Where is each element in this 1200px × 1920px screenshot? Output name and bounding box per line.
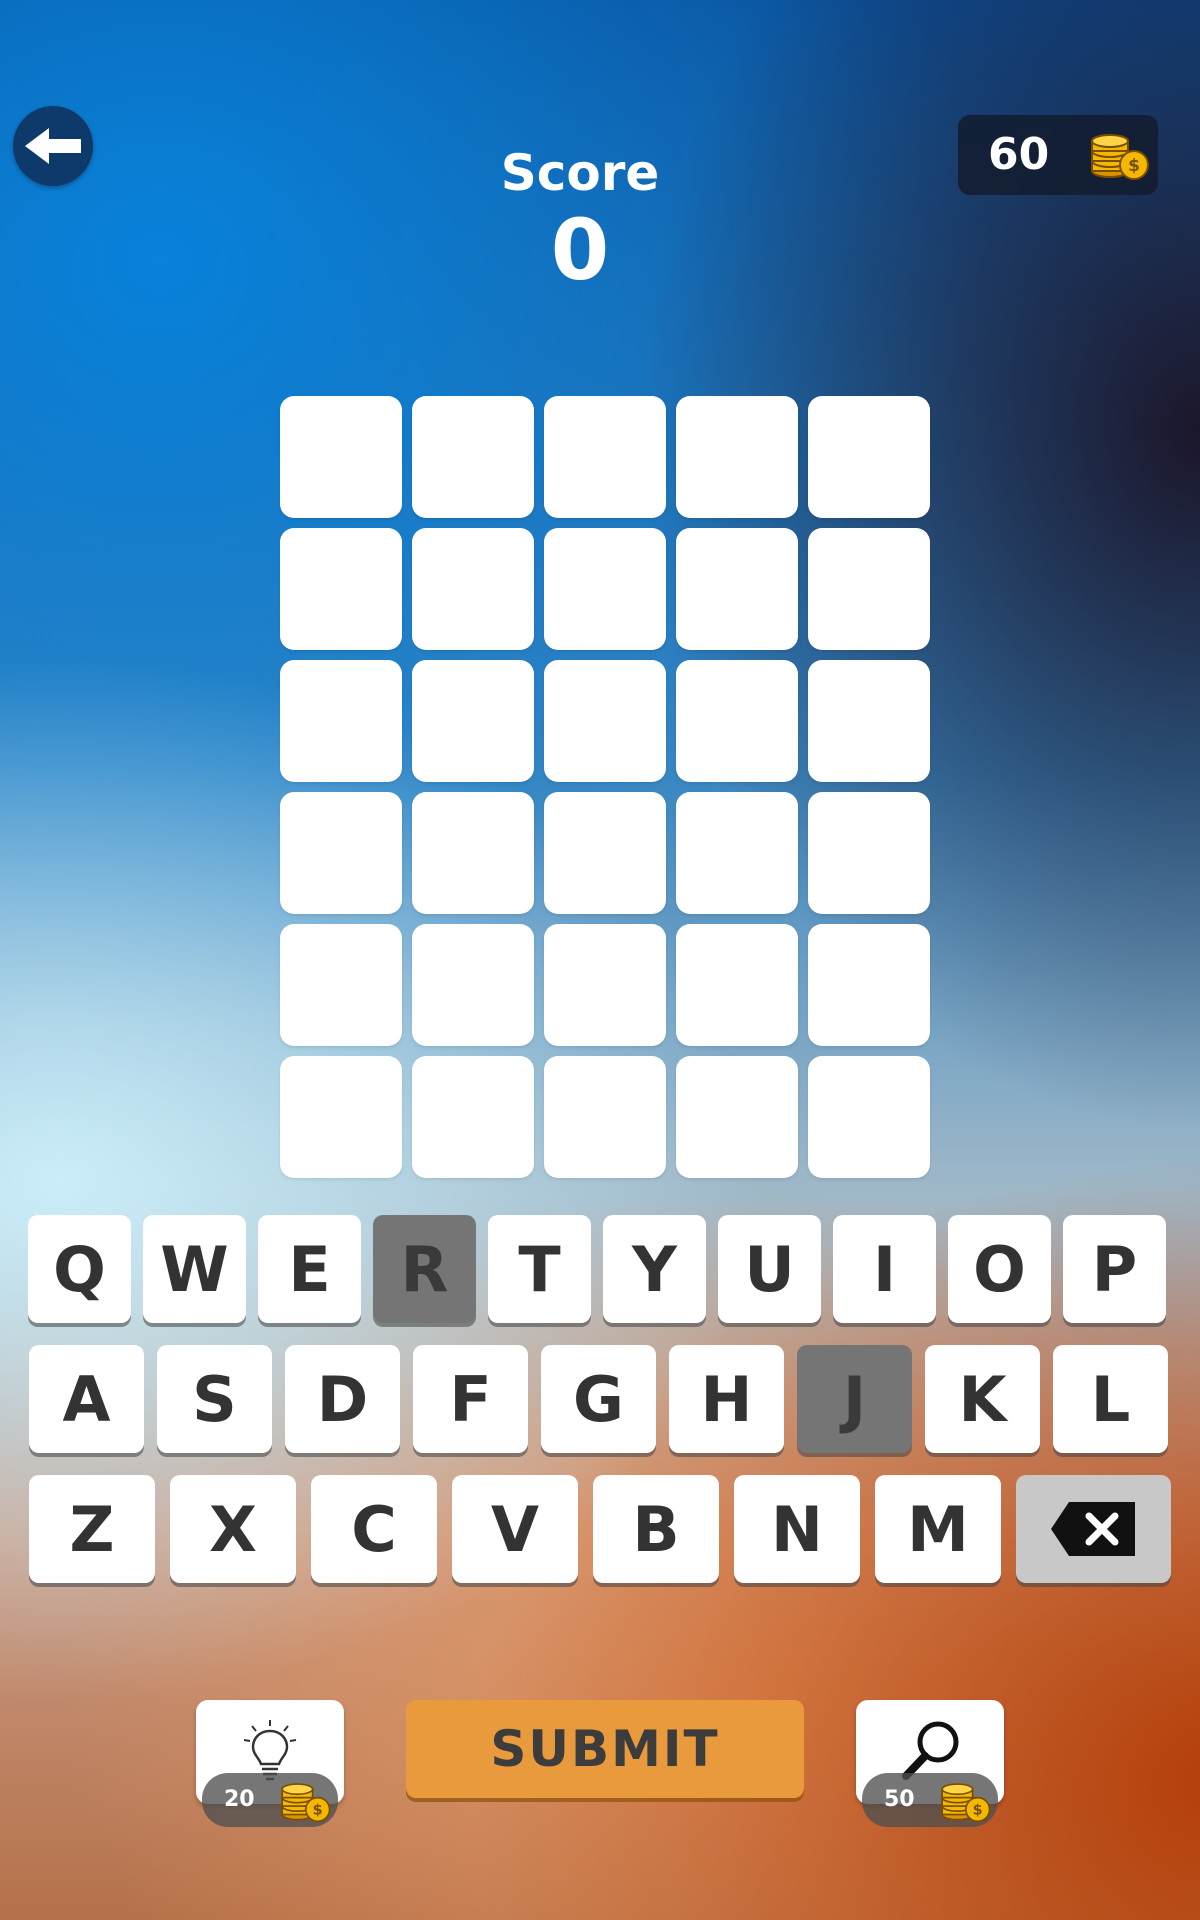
key-y[interactable]: Y [603, 1215, 706, 1323]
coin-balance: 60 $ [958, 115, 1158, 195]
submit-button[interactable]: SUBMIT [406, 1700, 804, 1798]
letter-tile [412, 660, 534, 782]
letter-tile [412, 924, 534, 1046]
letter-tile [676, 528, 798, 650]
coin-stack-icon: $ [1091, 134, 1149, 180]
key-h[interactable]: H [669, 1345, 784, 1453]
key-l[interactable]: L [1053, 1345, 1168, 1453]
key-r[interactable]: R [373, 1215, 476, 1323]
key-o[interactable]: O [948, 1215, 1051, 1323]
key-j[interactable]: J [797, 1345, 912, 1453]
key-v[interactable]: V [452, 1475, 578, 1583]
letter-tile [280, 1056, 402, 1178]
key-s[interactable]: S [157, 1345, 272, 1453]
letter-tile [808, 660, 930, 782]
letter-tile [808, 1056, 930, 1178]
key-c[interactable]: C [311, 1475, 437, 1583]
key-a[interactable]: A [29, 1345, 144, 1453]
letter-tile [280, 528, 402, 650]
letter-tile [676, 924, 798, 1046]
key-q[interactable]: Q [28, 1215, 131, 1323]
keyboard-row-2: ASDFGHJKL [29, 1345, 1168, 1453]
svg-text:$: $ [1128, 156, 1140, 176]
key-z[interactable]: Z [29, 1475, 155, 1583]
letter-tile [676, 660, 798, 782]
letter-tile [280, 792, 402, 914]
key-t[interactable]: T [488, 1215, 591, 1323]
key-n[interactable]: N [734, 1475, 860, 1583]
svg-text:$: $ [973, 1803, 983, 1819]
hint-cost-value: 20 [224, 1787, 255, 1812]
letter-tile [676, 792, 798, 914]
coin-stack-icon: $ [281, 1783, 331, 1823]
letter-tile [544, 924, 666, 1046]
reveal-button[interactable]: 50 $ [856, 1700, 1004, 1828]
letter-tile [280, 924, 402, 1046]
key-b[interactable]: B [593, 1475, 719, 1583]
reveal-cost: 50 $ [862, 1773, 998, 1827]
letter-tile [280, 396, 402, 518]
key-u[interactable]: U [718, 1215, 821, 1323]
letter-tile [544, 396, 666, 518]
coin-count: 60 [988, 129, 1050, 180]
letter-tile [544, 792, 666, 914]
score-value: 0 [550, 201, 610, 299]
coin-stack-icon: $ [941, 1783, 991, 1823]
letter-tile [808, 396, 930, 518]
key-w[interactable]: W [143, 1215, 246, 1323]
keyboard-row-1: QWERTYUIOP [28, 1215, 1166, 1323]
letter-tile [808, 792, 930, 914]
key-i[interactable]: I [833, 1215, 936, 1323]
key-k[interactable]: K [925, 1345, 1040, 1453]
letter-tile [412, 396, 534, 518]
backspace-icon [1050, 1502, 1135, 1556]
hint-button[interactable]: 20 $ [196, 1700, 344, 1828]
keyboard-row-3: ZXCVBNM [29, 1475, 1171, 1583]
backspace-key[interactable] [1016, 1475, 1171, 1583]
letter-tile [808, 924, 930, 1046]
key-d[interactable]: D [285, 1345, 400, 1453]
key-f[interactable]: F [413, 1345, 528, 1453]
reveal-cost-value: 50 [884, 1787, 915, 1812]
letter-tile [544, 660, 666, 782]
letter-tile [544, 1056, 666, 1178]
letter-tile [676, 1056, 798, 1178]
letter-tile [412, 528, 534, 650]
letter-tile [412, 1056, 534, 1178]
key-g[interactable]: G [541, 1345, 656, 1453]
letter-tile [544, 528, 666, 650]
letter-tile [412, 792, 534, 914]
key-p[interactable]: P [1063, 1215, 1166, 1323]
letter-tile [808, 528, 930, 650]
hint-cost: 20 $ [202, 1773, 338, 1827]
key-e[interactable]: E [258, 1215, 361, 1323]
svg-text:$: $ [313, 1803, 323, 1819]
letter-tile [676, 396, 798, 518]
letter-tile [280, 660, 402, 782]
key-m[interactable]: M [875, 1475, 1001, 1583]
key-x[interactable]: X [170, 1475, 296, 1583]
letter-grid [280, 396, 930, 1178]
